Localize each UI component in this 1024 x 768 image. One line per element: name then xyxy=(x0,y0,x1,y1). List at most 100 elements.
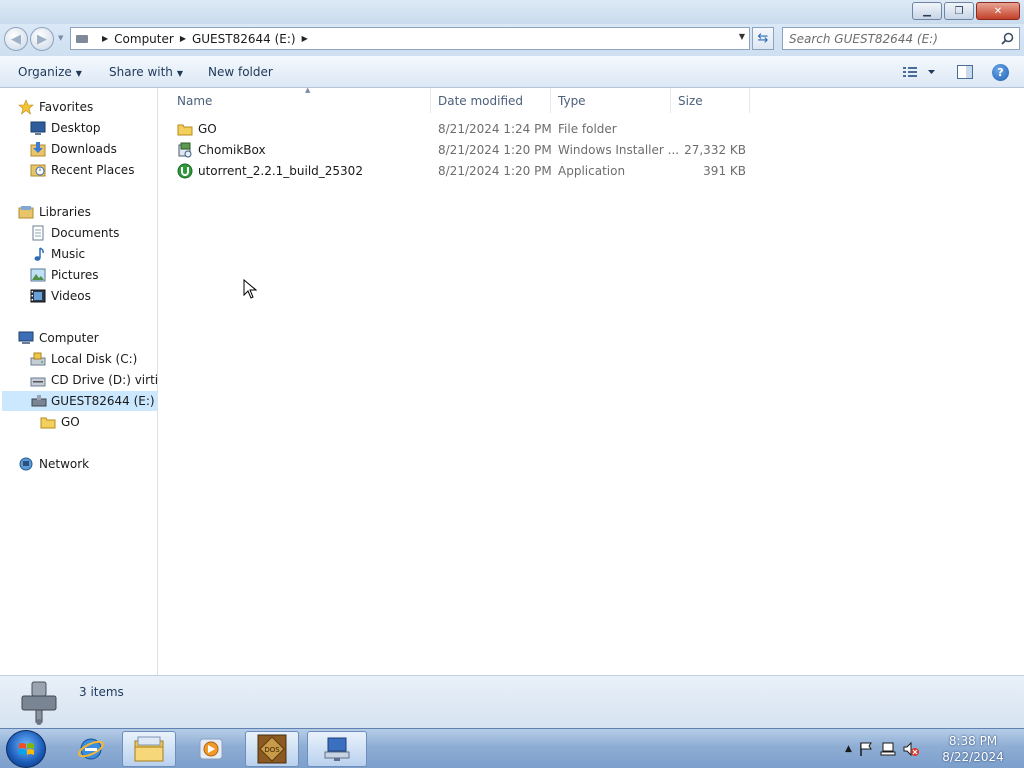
documents-icon xyxy=(32,225,44,241)
file-size: 27,332 KB xyxy=(684,143,746,157)
title-bar: ▁ ❐ ✕ xyxy=(0,0,1024,24)
nav-item-recent-places[interactable]: Recent Places xyxy=(30,160,134,180)
command-bar: Organize ▼ Share with ▼ New folder xyxy=(0,56,1024,88)
forward-arrow-icon: ▶ xyxy=(37,31,47,47)
nav-item-go-folder[interactable]: GO xyxy=(40,412,80,432)
file-row-chomikbox[interactable]: ChomikBox 8/21/2024 1:20 PM Windows Inst… xyxy=(171,140,751,160)
nav-network-label: Network xyxy=(39,457,90,471)
network-status-icon[interactable] xyxy=(880,741,896,757)
new-folder-button[interactable]: New folder xyxy=(208,65,273,79)
nav-item-label: Documents xyxy=(51,226,120,240)
taskbar-network-app[interactable] xyxy=(307,731,367,767)
column-header-type[interactable]: Type xyxy=(550,88,671,113)
taskbar-dosbox[interactable]: DOS xyxy=(245,731,299,767)
nav-favorites[interactable]: Favorites xyxy=(18,97,93,117)
organize-label: Organize xyxy=(18,65,72,79)
recent-places-icon xyxy=(30,164,46,177)
nav-item-cd-drive[interactable]: CD Drive (D:) virtio-win xyxy=(30,370,157,390)
forward-button[interactable]: ▶ xyxy=(30,27,54,51)
change-view-icon[interactable] xyxy=(902,65,938,79)
nav-item-local-disk[interactable]: Local Disk (C:) xyxy=(30,349,137,369)
search-icon[interactable] xyxy=(1001,32,1014,45)
media-player-icon xyxy=(199,738,223,760)
column-header-name[interactable]: Name ▲ xyxy=(169,86,431,113)
drive-icon xyxy=(74,32,92,46)
pictures-icon xyxy=(30,268,46,282)
recent-pages-dropdown[interactable]: ▼ xyxy=(58,34,63,42)
clock-time: 8:38 PM xyxy=(948,734,998,748)
refresh-button[interactable]: ⇆ xyxy=(752,27,774,50)
usb-drive-icon xyxy=(31,395,47,407)
nav-item-label: Videos xyxy=(51,289,91,303)
search-input[interactable] xyxy=(789,31,994,46)
nav-computer-label: Computer xyxy=(39,331,99,345)
music-icon xyxy=(34,247,44,261)
organize-menu[interactable]: Organize ▼ xyxy=(18,65,82,79)
nav-computer[interactable]: Computer xyxy=(18,328,99,348)
start-button[interactable] xyxy=(6,730,46,768)
breadcrumb-drive[interactable]: GUEST82644 (E:) xyxy=(192,32,296,46)
chevron-down-icon: ▼ xyxy=(75,69,82,78)
nav-favorites-label: Favorites xyxy=(39,100,94,114)
minimize-button[interactable]: ▁ xyxy=(912,2,942,20)
back-button[interactable]: ◀ xyxy=(4,27,28,51)
usb-drive-icon xyxy=(21,681,57,725)
share-with-menu[interactable]: Share with ▼ xyxy=(109,65,183,79)
installer-icon xyxy=(178,142,192,158)
help-icon[interactable]: ? xyxy=(992,64,1009,81)
address-row: ◀ ▶ ▼ ▶ Computer ▶ GUEST82644 (E:) ▶ ▼ ⇆ xyxy=(0,24,1024,56)
address-history-dropdown[interactable]: ▼ xyxy=(739,32,745,41)
volume-muted-icon[interactable] xyxy=(902,741,920,757)
star-icon xyxy=(18,99,34,115)
file-row-go[interactable]: GO 8/21/2024 1:24 PM File folder xyxy=(171,119,751,139)
window-controls: ▁ ❐ ✕ xyxy=(912,2,1020,20)
nav-libraries[interactable]: Libraries xyxy=(18,202,91,222)
nav-item-downloads[interactable]: Downloads xyxy=(30,139,117,159)
taskbar: DOS ▲ 8:38 PM 8/22/2024 xyxy=(0,728,1024,768)
nav-item-videos[interactable]: Videos xyxy=(30,286,91,306)
breadcrumb-separator[interactable]: ▶ xyxy=(302,34,308,43)
search-box[interactable] xyxy=(782,27,1020,50)
desktop-icon xyxy=(30,121,46,135)
system-tray: ▲ xyxy=(845,741,920,757)
mouse-cursor-icon xyxy=(243,279,257,299)
file-row-utorrent[interactable]: utorrent_2.2.1_build_25302 8/21/2024 1:2… xyxy=(171,161,751,181)
nav-item-music[interactable]: Music xyxy=(30,244,85,264)
taskbar-media-player[interactable] xyxy=(184,731,238,767)
network-app-icon xyxy=(324,737,350,761)
breadcrumb-separator[interactable]: ▶ xyxy=(180,34,186,43)
nav-item-documents[interactable]: Documents xyxy=(30,223,119,243)
clock-date: 8/22/2024 xyxy=(942,750,1004,764)
breadcrumb-separator[interactable]: ▶ xyxy=(102,34,108,43)
svg-text:DOS: DOS xyxy=(264,746,280,754)
show-hidden-icons-icon[interactable]: ▲ xyxy=(845,744,852,754)
maximize-button[interactable]: ❐ xyxy=(944,2,974,20)
breadcrumb-computer[interactable]: Computer xyxy=(114,32,174,46)
file-type: Application xyxy=(558,164,626,178)
nav-libraries-label: Libraries xyxy=(39,205,91,219)
file-name: utorrent_2.2.1_build_25302 xyxy=(198,164,363,178)
address-bar[interactable]: ▶ Computer ▶ GUEST82644 (E:) ▶ ▼ xyxy=(70,27,750,50)
chevron-down-icon: ▼ xyxy=(176,69,184,78)
taskbar-internet-explorer[interactable] xyxy=(64,731,118,767)
back-arrow-icon: ◀ xyxy=(11,31,21,47)
nav-item-pictures[interactable]: Pictures xyxy=(30,265,99,285)
nav-item-desktop[interactable]: Desktop xyxy=(30,118,101,138)
nav-network[interactable]: Network xyxy=(18,454,89,474)
column-header-size[interactable]: Size xyxy=(670,88,750,113)
file-type: File folder xyxy=(558,122,617,136)
column-header-name-label: Name xyxy=(177,93,213,108)
nav-item-label: Music xyxy=(51,247,86,261)
nav-item-label: Local Disk (C:) xyxy=(51,352,138,366)
folder-icon xyxy=(40,417,56,429)
file-date: 8/21/2024 1:20 PM xyxy=(438,143,552,157)
action-center-flag-icon[interactable] xyxy=(858,741,874,757)
system-clock[interactable]: 8:38 PM 8/22/2024 xyxy=(938,733,1008,765)
close-button[interactable]: ✕ xyxy=(976,2,1020,20)
column-header-date[interactable]: Date modified xyxy=(430,88,551,113)
preview-pane-icon[interactable] xyxy=(957,65,973,79)
utorrent-icon xyxy=(177,163,193,179)
internet-explorer-icon xyxy=(78,738,104,760)
nav-item-guest-drive[interactable]: GUEST82644 (E:) xyxy=(2,391,157,411)
taskbar-explorer[interactable] xyxy=(122,731,176,767)
